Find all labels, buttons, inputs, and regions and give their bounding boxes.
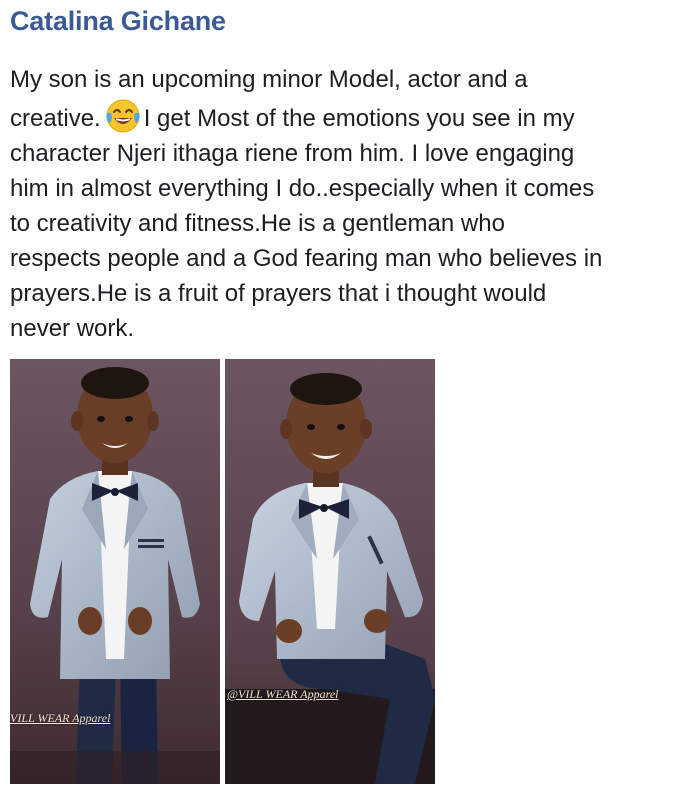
- boy-seated-photo[interactable]: @VILL WEAR Apparel: [225, 359, 435, 784]
- post-text-fragment: creative.: [10, 105, 101, 132]
- post-text-line: respects people and a God fearing man wh…: [10, 245, 603, 272]
- post-author-name[interactable]: Catalina Gichane: [10, 6, 226, 37]
- post-body-text: My son is an upcoming minor Model, actor…: [10, 62, 665, 346]
- post-text-fragment: I get Most of the emotions you see in my: [143, 105, 575, 132]
- boy-seated-illustration: [225, 359, 435, 784]
- boy-standing-photo[interactable]: VILL WEAR Apparel: [10, 359, 220, 784]
- post-text-line: to creativity and fitness.He is a gentle…: [10, 210, 505, 237]
- face-with-tears-of-joy-icon: [104, 97, 142, 135]
- post-text-line-with-emoji: creative. I get Most of the emotions you…: [10, 97, 665, 136]
- photo-watermark: @VILL WEAR Apparel: [227, 687, 339, 701]
- post-text-line: My son is an upcoming minor Model, actor…: [10, 66, 528, 93]
- post-text-line: prayers.He is a fruit of prayers that i …: [10, 280, 547, 307]
- post-text-line: never work.: [10, 315, 135, 342]
- photo-watermark: VILL WEAR Apparel: [10, 711, 111, 725]
- post-text-line: character Njeri ithaga riene from him. I…: [10, 140, 575, 167]
- facebook-post: Catalina Gichane My son is an upcoming m…: [0, 0, 674, 785]
- post-text-line: him in almost everything I do..especiall…: [10, 175, 595, 202]
